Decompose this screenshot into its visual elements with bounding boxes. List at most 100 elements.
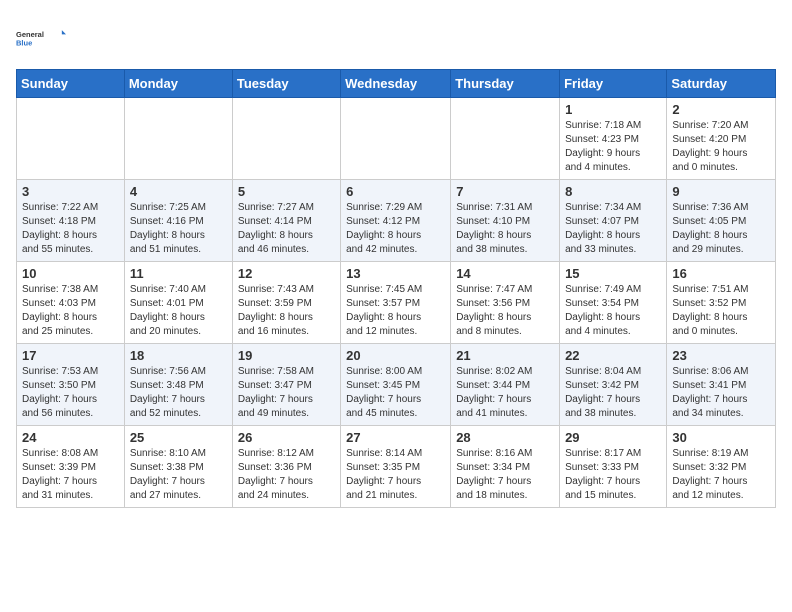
calendar-cell: 14Sunrise: 7:47 AM Sunset: 3:56 PM Dayli…	[451, 262, 560, 344]
calendar-week-row: 17 Sunrise: 7:53 AM Sunset: 3:50 PM Dayli…	[17, 344, 776, 426]
col-header-thursday: Thursday	[451, 70, 560, 98]
day-number: 19	[238, 348, 335, 363]
day-info: Sunrise: 8:16 AM Sunset: 3:34 PM Dayligh…	[456, 447, 554, 503]
day-number: 30	[672, 430, 770, 445]
day-number: 22	[565, 348, 661, 363]
day-number: 29	[565, 430, 661, 445]
day-number: 1	[565, 102, 661, 117]
day-info: Sunrise: 8:17 AM Sunset: 3:33 PM Dayligh…	[565, 447, 661, 503]
day-info: Sunrise: 7:22 AM Sunset: 4:18 PM Dayligh…	[22, 201, 119, 257]
calendar-week-row: 10 Sunrise: 7:38 AM Sunset: 4:03 PM Dayli…	[17, 262, 776, 344]
calendar-cell: 1 Sunrise: 7:18 AM Sunset: 4:23 PM Daylig…	[560, 98, 667, 180]
logo-svg: General Blue	[16, 16, 66, 61]
day-number: 14	[456, 266, 554, 281]
calendar-cell: 9 Sunrise: 7:36 AM Sunset: 4:05 PM Daylig…	[667, 180, 776, 262]
day-number: 6	[346, 184, 445, 199]
day-info: Sunrise: 7:40 AM Sunset: 4:01 PM Dayligh…	[130, 283, 227, 339]
day-info: Sunrise: 7:38 AM Sunset: 4:03 PM Dayligh…	[22, 283, 119, 339]
day-info: Sunrise: 8:04 AM Sunset: 3:42 PM Dayligh…	[565, 365, 661, 421]
day-number: 18	[130, 348, 227, 363]
day-info: Sunrise: 7:43 AM Sunset: 3:59 PM Dayligh…	[238, 283, 335, 339]
calendar-cell: 13 Sunrise: 7:45 AM Sunset: 3:57 PM Dayli…	[341, 262, 451, 344]
day-number: 10	[22, 266, 119, 281]
calendar-cell: 21 Sunrise: 8:02 AM Sunset: 3:44 PM Dayli…	[451, 344, 560, 426]
calendar-cell	[451, 98, 560, 180]
calendar-cell: 23 Sunrise: 8:06 AM Sunset: 3:41 PM Dayli…	[667, 344, 776, 426]
calendar-cell: 8 Sunrise: 7:34 AM Sunset: 4:07 PM Daylig…	[560, 180, 667, 262]
calendar-cell: 28 Sunrise: 8:16 AM Sunset: 3:34 PM Dayli…	[451, 426, 560, 508]
calendar-cell: 2Sunrise: 7:20 AM Sunset: 4:20 PM Daylig…	[667, 98, 776, 180]
calendar-week-row: 24Sunrise: 8:08 AM Sunset: 3:39 PM Dayli…	[17, 426, 776, 508]
calendar-cell	[232, 98, 340, 180]
day-number: 25	[130, 430, 227, 445]
col-header-sunday: Sunday	[17, 70, 125, 98]
svg-text:General: General	[16, 30, 44, 39]
day-info: Sunrise: 7:49 AM Sunset: 3:54 PM Dayligh…	[565, 283, 661, 339]
logo: General Blue	[16, 16, 66, 61]
day-number: 16	[672, 266, 770, 281]
col-header-saturday: Saturday	[667, 70, 776, 98]
day-info: Sunrise: 8:12 AM Sunset: 3:36 PM Dayligh…	[238, 447, 335, 503]
calendar-cell: 3 Sunrise: 7:22 AM Sunset: 4:18 PM Daylig…	[17, 180, 125, 262]
calendar-cell: 12 Sunrise: 7:43 AM Sunset: 3:59 PM Dayli…	[232, 262, 340, 344]
day-number: 12	[238, 266, 335, 281]
calendar-cell: 11 Sunrise: 7:40 AM Sunset: 4:01 PM Dayli…	[124, 262, 232, 344]
page-header: General Blue	[16, 16, 776, 61]
calendar-cell: 30 Sunrise: 8:19 AM Sunset: 3:32 PM Dayli…	[667, 426, 776, 508]
day-number: 20	[346, 348, 445, 363]
calendar-cell: 18Sunrise: 7:56 AM Sunset: 3:48 PM Dayli…	[124, 344, 232, 426]
day-number: 24	[22, 430, 119, 445]
day-info: Sunrise: 8:00 AM Sunset: 3:45 PM Dayligh…	[346, 365, 445, 421]
calendar-cell: 7Sunrise: 7:31 AM Sunset: 4:10 PM Daylig…	[451, 180, 560, 262]
day-number: 3	[22, 184, 119, 199]
day-info: Sunrise: 8:06 AM Sunset: 3:41 PM Dayligh…	[672, 365, 770, 421]
day-info: Sunrise: 7:27 AM Sunset: 4:14 PM Dayligh…	[238, 201, 335, 257]
day-number: 2	[672, 102, 770, 117]
day-info: Sunrise: 7:36 AM Sunset: 4:05 PM Dayligh…	[672, 201, 770, 257]
calendar-cell: 29 Sunrise: 8:17 AM Sunset: 3:33 PM Dayli…	[560, 426, 667, 508]
day-info: Sunrise: 8:19 AM Sunset: 3:32 PM Dayligh…	[672, 447, 770, 503]
day-number: 8	[565, 184, 661, 199]
calendar-cell: 25 Sunrise: 8:10 AM Sunset: 3:38 PM Dayli…	[124, 426, 232, 508]
day-info: Sunrise: 8:02 AM Sunset: 3:44 PM Dayligh…	[456, 365, 554, 421]
calendar-week-row: 3 Sunrise: 7:22 AM Sunset: 4:18 PM Daylig…	[17, 180, 776, 262]
day-number: 5	[238, 184, 335, 199]
day-info: Sunrise: 8:14 AM Sunset: 3:35 PM Dayligh…	[346, 447, 445, 503]
day-number: 23	[672, 348, 770, 363]
calendar-week-row: 1 Sunrise: 7:18 AM Sunset: 4:23 PM Daylig…	[17, 98, 776, 180]
day-number: 27	[346, 430, 445, 445]
calendar-cell: 27 Sunrise: 8:14 AM Sunset: 3:35 PM Dayli…	[341, 426, 451, 508]
calendar-cell: 16 Sunrise: 7:51 AM Sunset: 3:52 PM Dayli…	[667, 262, 776, 344]
calendar-cell: 20 Sunrise: 8:00 AM Sunset: 3:45 PM Dayli…	[341, 344, 451, 426]
day-info: Sunrise: 7:34 AM Sunset: 4:07 PM Dayligh…	[565, 201, 661, 257]
calendar-cell: 19Sunrise: 7:58 AM Sunset: 3:47 PM Dayli…	[232, 344, 340, 426]
day-number: 15	[565, 266, 661, 281]
day-number: 28	[456, 430, 554, 445]
day-info: Sunrise: 7:18 AM Sunset: 4:23 PM Dayligh…	[565, 119, 661, 175]
day-info: Sunrise: 7:45 AM Sunset: 3:57 PM Dayligh…	[346, 283, 445, 339]
calendar-header-row: SundayMondayTuesdayWednesdayThursdayFrid…	[17, 70, 776, 98]
day-number: 17	[22, 348, 119, 363]
day-number: 26	[238, 430, 335, 445]
calendar-cell	[124, 98, 232, 180]
col-header-wednesday: Wednesday	[341, 70, 451, 98]
day-number: 11	[130, 266, 227, 281]
calendar-table: SundayMondayTuesdayWednesdayThursdayFrid…	[16, 69, 776, 508]
day-info: Sunrise: 7:53 AM Sunset: 3:50 PM Dayligh…	[22, 365, 119, 421]
calendar-cell	[341, 98, 451, 180]
day-number: 21	[456, 348, 554, 363]
col-header-monday: Monday	[124, 70, 232, 98]
day-number: 9	[672, 184, 770, 199]
calendar-cell: 5 Sunrise: 7:27 AM Sunset: 4:14 PM Daylig…	[232, 180, 340, 262]
day-number: 7	[456, 184, 554, 199]
day-number: 13	[346, 266, 445, 281]
day-info: Sunrise: 7:51 AM Sunset: 3:52 PM Dayligh…	[672, 283, 770, 339]
calendar-cell: 6 Sunrise: 7:29 AM Sunset: 4:12 PM Daylig…	[341, 180, 451, 262]
day-info: Sunrise: 7:29 AM Sunset: 4:12 PM Dayligh…	[346, 201, 445, 257]
calendar-cell: 17 Sunrise: 7:53 AM Sunset: 3:50 PM Dayli…	[17, 344, 125, 426]
calendar-cell	[17, 98, 125, 180]
day-info: Sunrise: 8:10 AM Sunset: 3:38 PM Dayligh…	[130, 447, 227, 503]
calendar-cell: 10 Sunrise: 7:38 AM Sunset: 4:03 PM Dayli…	[17, 262, 125, 344]
calendar-cell: 22 Sunrise: 8:04 AM Sunset: 3:42 PM Dayli…	[560, 344, 667, 426]
calendar-cell: 15 Sunrise: 7:49 AM Sunset: 3:54 PM Dayli…	[560, 262, 667, 344]
